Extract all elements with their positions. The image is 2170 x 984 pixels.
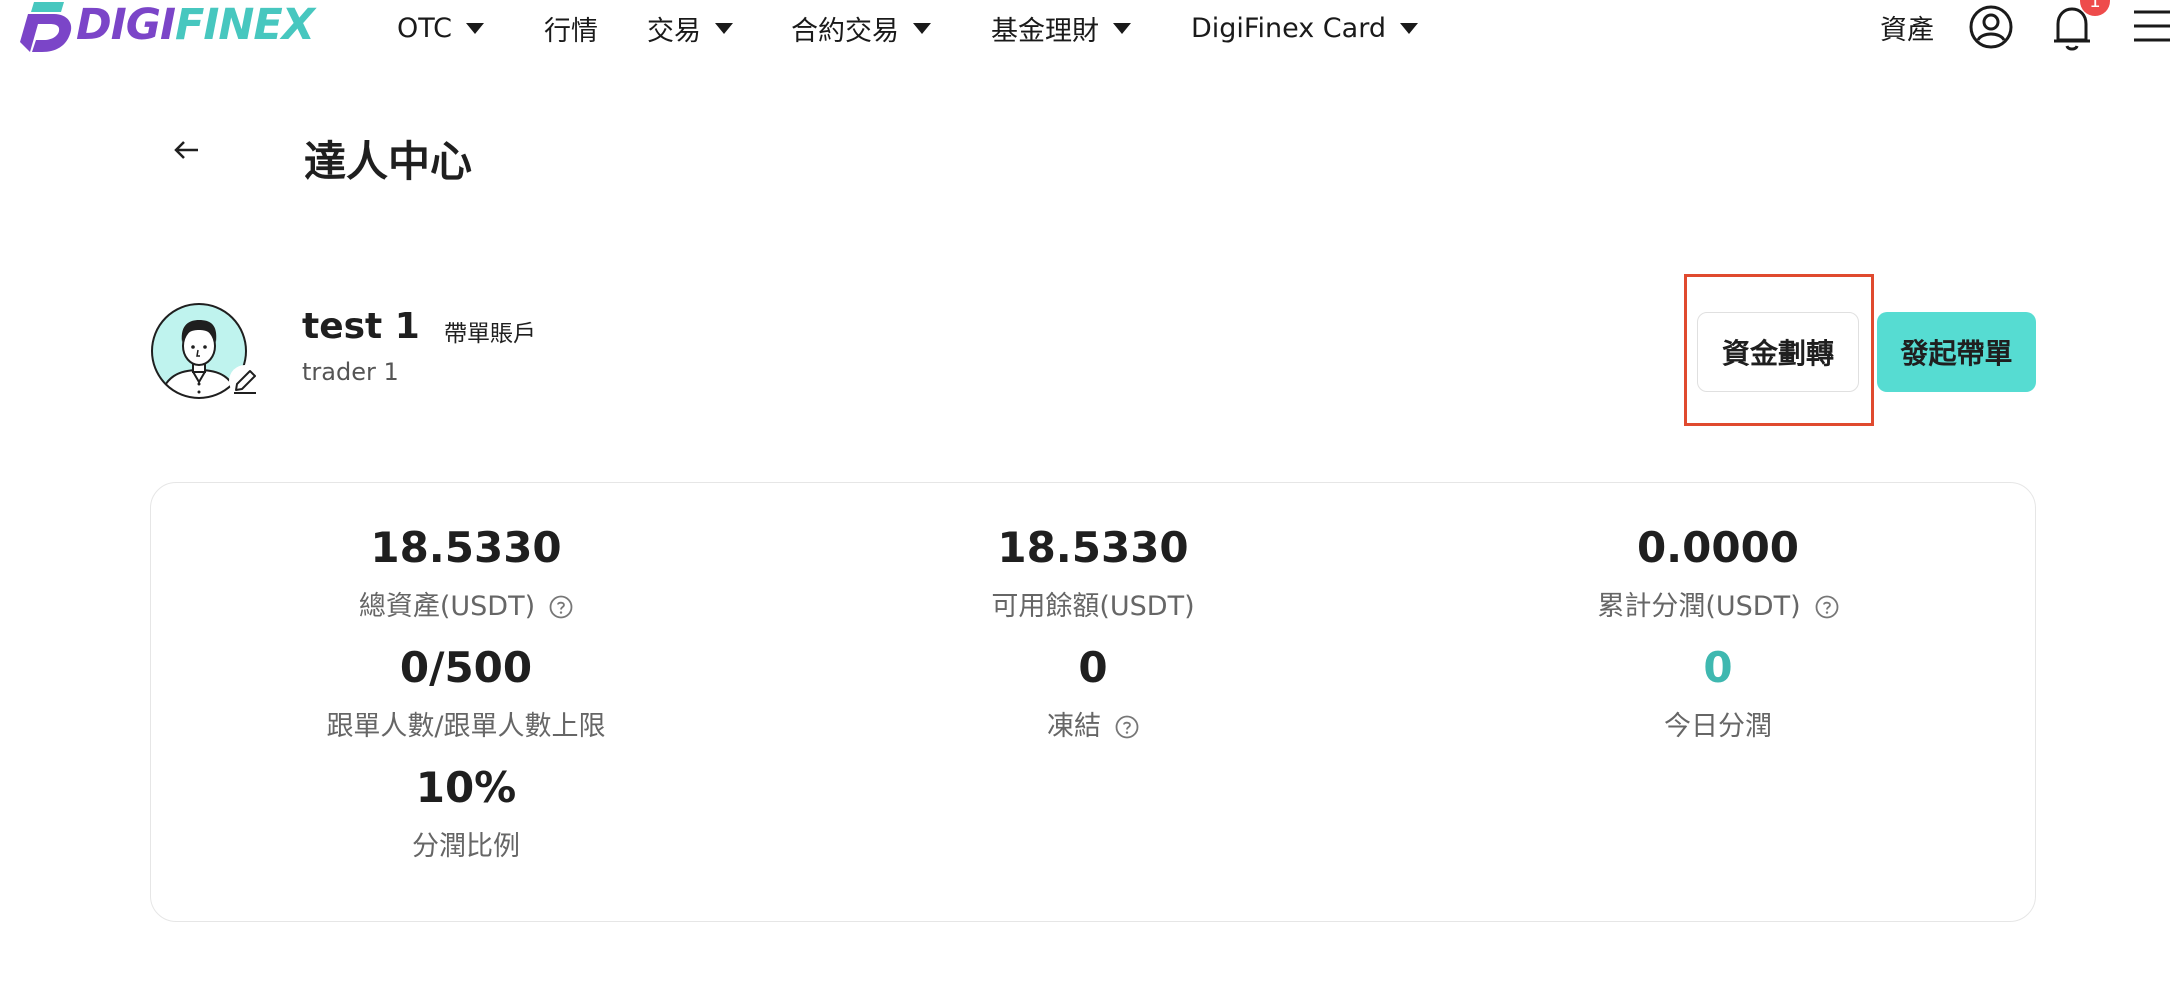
help-icon[interactable] — [549, 595, 573, 619]
stat-total-assets: 18.5330 總資產(USDT) — [216, 521, 716, 625]
chevron-down-icon — [715, 22, 733, 34]
stat-label: 可用餘額(USDT) — [843, 589, 1343, 625]
chevron-down-icon — [1399, 22, 1418, 34]
nav-item-label: 交易 — [647, 15, 701, 47]
back-arrow-icon[interactable] — [172, 135, 202, 165]
nav-item-otc[interactable]: OTC — [397, 8, 485, 48]
logo-text: DIGIFINEX — [76, 0, 315, 50]
stat-value: 18.5330 — [997, 523, 1189, 572]
stat-label-text: 可用餘額(USDT) — [991, 591, 1195, 622]
stat-label: 今日分潤 — [1468, 709, 1968, 745]
stat-label-text: 今日分潤 — [1664, 711, 1772, 742]
stat-today-profit: 0 今日分潤 — [1468, 641, 1968, 745]
logo-mark-icon — [20, 2, 72, 52]
help-icon[interactable] — [1815, 595, 1839, 619]
account-type-tag: 帶單賬戶 — [444, 321, 536, 347]
stat-label-text: 分潤比例 — [412, 831, 520, 862]
stat-label-text: 凍結 — [1047, 711, 1101, 742]
chevron-down-icon — [466, 22, 485, 34]
fund-transfer-button[interactable]: 資金劃轉 — [1697, 312, 1859, 392]
stat-label: 累計分潤(USDT) — [1468, 589, 1968, 625]
stat-value: 18.5330 — [370, 523, 562, 572]
nav-item-market[interactable]: 行情 — [544, 8, 598, 48]
stat-value: 10% — [415, 763, 517, 812]
stat-label-text: 累計分潤(USDT) — [1597, 591, 1801, 622]
stat-frozen: 0 凍結 — [843, 641, 1343, 745]
stat-available-balance: 18.5330 可用餘額(USDT) — [843, 521, 1343, 625]
chevron-down-icon — [1113, 22, 1131, 34]
stat-value: 0/500 — [399, 643, 533, 692]
edit-pencil-icon[interactable] — [228, 364, 262, 398]
top-navbar: DIGIFINEX OTC 行情 交易 合約交易 基金理財 DigiFinex … — [0, 0, 2170, 56]
menu-icon[interactable] — [2132, 6, 2170, 46]
stat-value: 0 — [1703, 643, 1733, 692]
stat-label: 凍結 — [843, 709, 1343, 745]
page-title: 達人中心 — [304, 137, 473, 186]
digifinex-logo[interactable]: DIGIFINEX — [14, 0, 315, 56]
stat-label-text: 跟單人數/跟單人數上限 — [326, 711, 606, 742]
stats-card: 18.5330 總資產(USDT) 0/500 跟單人數/跟單人數上限 10% … — [150, 482, 2036, 922]
stat-cumulative-profit: 0.0000 累計分潤(USDT) — [1468, 521, 1968, 625]
user-icon[interactable] — [1968, 4, 2014, 50]
nav-item-trade[interactable]: 交易 — [647, 8, 733, 48]
nav-item-fund[interactable]: 基金理財 — [991, 8, 1131, 48]
assets-link[interactable]: 資產 — [1880, 8, 1934, 47]
nav-item-futures[interactable]: 合約交易 — [791, 8, 931, 48]
stat-value: 0 — [1078, 643, 1108, 692]
nav-item-label: DigiFinex Card — [1191, 12, 1386, 44]
nav-item-label: OTC — [397, 12, 453, 44]
stat-label: 跟單人數/跟單人數上限 — [216, 709, 716, 745]
profile-name: test 1 — [302, 306, 420, 347]
help-icon[interactable] — [1115, 715, 1139, 739]
chevron-down-icon — [913, 22, 931, 34]
stat-label: 總資產(USDT) — [216, 589, 716, 625]
nav-item-label: 行情 — [544, 15, 598, 47]
stat-profit-ratio: 10% 分潤比例 — [216, 761, 716, 865]
stat-value: 0.0000 — [1636, 523, 1800, 572]
profile-subtitle: trader 1 — [302, 358, 399, 386]
nav-item-card[interactable]: DigiFinex Card — [1191, 8, 1418, 48]
nav-item-label: 合約交易 — [791, 15, 899, 47]
stat-followers: 0/500 跟單人數/跟單人數上限 — [216, 641, 716, 745]
stat-label: 分潤比例 — [216, 829, 716, 865]
stat-label-text: 總資產(USDT) — [358, 591, 536, 622]
start-copy-trade-button[interactable]: 發起帶單 — [1877, 312, 2036, 392]
nav-item-label: 基金理財 — [991, 15, 1099, 47]
